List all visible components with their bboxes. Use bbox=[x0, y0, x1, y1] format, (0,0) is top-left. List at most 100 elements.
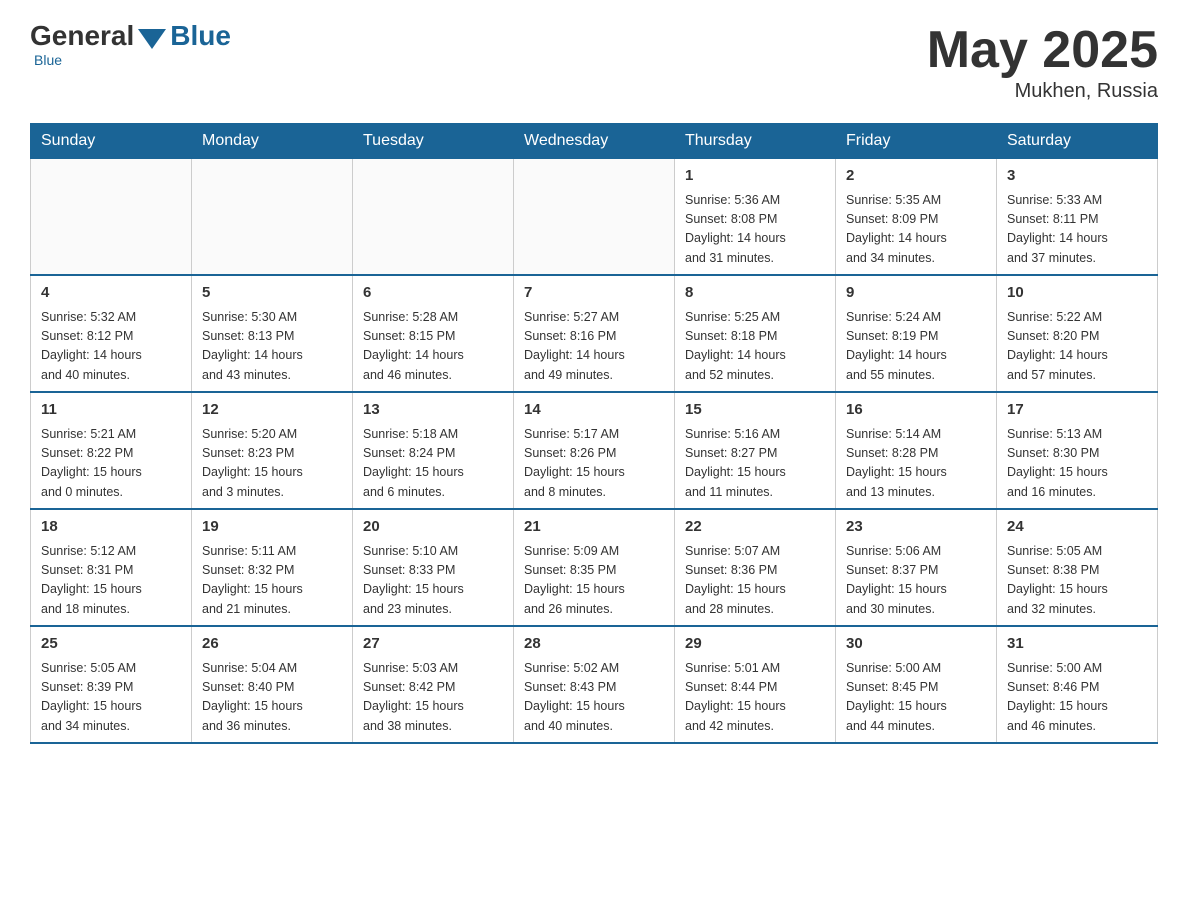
calendar-cell: 17 Sunrise: 5:13 AMSunset: 8:30 PMDayligh… bbox=[997, 392, 1158, 509]
calendar-cell: 7 Sunrise: 5:27 AMSunset: 8:16 PMDaylight… bbox=[514, 275, 675, 392]
day-info: Sunrise: 5:09 AMSunset: 8:35 PMDaylight:… bbox=[524, 542, 664, 620]
day-info: Sunrise: 5:12 AMSunset: 8:31 PMDaylight:… bbox=[41, 542, 181, 620]
calendar-cell: 3Sunrise: 5:33 AMSunset: 8:11 PMDaylight… bbox=[997, 159, 1158, 276]
day-number: 12 bbox=[202, 399, 342, 422]
day-number: 8 bbox=[685, 282, 825, 305]
calendar-cell: 30 Sunrise: 5:00 AMSunset: 8:45 PMDayligh… bbox=[836, 626, 997, 743]
day-number: 24 bbox=[1007, 516, 1147, 539]
calendar-cell: 20 Sunrise: 5:10 AMSunset: 8:33 PMDayligh… bbox=[353, 509, 514, 626]
day-number: 29 bbox=[685, 633, 825, 656]
day-number: 23 bbox=[846, 516, 986, 539]
page-header: General Blue Blue May 2025 Mukhen, Russi… bbox=[30, 20, 1158, 103]
day-number: 10 bbox=[1007, 282, 1147, 305]
day-number: 11 bbox=[41, 399, 181, 422]
day-number: 1 bbox=[685, 165, 825, 188]
day-info: Sunrise: 5:02 AMSunset: 8:43 PMDaylight:… bbox=[524, 659, 664, 737]
day-number: 31 bbox=[1007, 633, 1147, 656]
calendar-cell: 2 Sunrise: 5:35 AMSunset: 8:09 PMDaylight… bbox=[836, 159, 997, 276]
calendar-cell: 27Sunrise: 5:03 AMSunset: 8:42 PMDayligh… bbox=[353, 626, 514, 743]
day-number: 30 bbox=[846, 633, 986, 656]
logo-arrow-icon bbox=[138, 29, 166, 49]
day-number: 28 bbox=[524, 633, 664, 656]
calendar-cell: 29 Sunrise: 5:01 AMSunset: 8:44 PMDayligh… bbox=[675, 626, 836, 743]
day-number: 22 bbox=[685, 516, 825, 539]
day-info: Sunrise: 5:28 AMSunset: 8:15 PMDaylight:… bbox=[363, 308, 503, 386]
day-info: Sunrise: 5:00 AMSunset: 8:46 PMDaylight:… bbox=[1007, 659, 1147, 737]
day-info: Sunrise: 5:00 AMSunset: 8:45 PMDaylight:… bbox=[846, 659, 986, 737]
calendar-cell: 10 Sunrise: 5:22 AMSunset: 8:20 PMDayligh… bbox=[997, 275, 1158, 392]
day-number: 2 bbox=[846, 165, 986, 188]
day-info: Sunrise: 5:05 AMSunset: 8:38 PMDaylight:… bbox=[1007, 542, 1147, 620]
calendar-table: SundayMondayTuesdayWednesdayThursdayFrid… bbox=[30, 123, 1158, 744]
day-number: 3 bbox=[1007, 165, 1147, 188]
day-number: 17 bbox=[1007, 399, 1147, 422]
calendar-cell: 18 Sunrise: 5:12 AMSunset: 8:31 PMDayligh… bbox=[31, 509, 192, 626]
logo-subtitle: Blue bbox=[34, 52, 62, 68]
calendar-cell bbox=[192, 159, 353, 276]
calendar-cell: 16Sunrise: 5:14 AMSunset: 8:28 PMDayligh… bbox=[836, 392, 997, 509]
calendar-header-friday: Friday bbox=[836, 124, 997, 159]
calendar-cell: 11Sunrise: 5:21 AMSunset: 8:22 PMDayligh… bbox=[31, 392, 192, 509]
day-info: Sunrise: 5:35 AMSunset: 8:09 PMDaylight:… bbox=[846, 191, 986, 269]
day-number: 26 bbox=[202, 633, 342, 656]
calendar-header-wednesday: Wednesday bbox=[514, 124, 675, 159]
calendar-cell: 15Sunrise: 5:16 AMSunset: 8:27 PMDayligh… bbox=[675, 392, 836, 509]
day-info: Sunrise: 5:22 AMSunset: 8:20 PMDaylight:… bbox=[1007, 308, 1147, 386]
day-number: 18 bbox=[41, 516, 181, 539]
calendar-cell: 25 Sunrise: 5:05 AMSunset: 8:39 PMDayligh… bbox=[31, 626, 192, 743]
month-year-title: May 2025 bbox=[927, 20, 1158, 80]
day-info: Sunrise: 5:25 AMSunset: 8:18 PMDaylight:… bbox=[685, 308, 825, 386]
calendar-header-monday: Monday bbox=[192, 124, 353, 159]
calendar-cell bbox=[31, 159, 192, 276]
calendar-cell: 24 Sunrise: 5:05 AMSunset: 8:38 PMDayligh… bbox=[997, 509, 1158, 626]
calendar-header-tuesday: Tuesday bbox=[353, 124, 514, 159]
day-number: 21 bbox=[524, 516, 664, 539]
day-info: Sunrise: 5:11 AMSunset: 8:32 PMDaylight:… bbox=[202, 542, 342, 620]
calendar-cell: 19 Sunrise: 5:11 AMSunset: 8:32 PMDayligh… bbox=[192, 509, 353, 626]
location-title: Mukhen, Russia bbox=[927, 80, 1158, 103]
day-info: Sunrise: 5:24 AMSunset: 8:19 PMDaylight:… bbox=[846, 308, 986, 386]
calendar-cell: 22Sunrise: 5:07 AMSunset: 8:36 PMDayligh… bbox=[675, 509, 836, 626]
calendar-header-row: SundayMondayTuesdayWednesdayThursdayFrid… bbox=[31, 124, 1158, 159]
calendar-cell bbox=[514, 159, 675, 276]
calendar-cell: 21 Sunrise: 5:09 AMSunset: 8:35 PMDayligh… bbox=[514, 509, 675, 626]
calendar-week-row: 11Sunrise: 5:21 AMSunset: 8:22 PMDayligh… bbox=[31, 392, 1158, 509]
day-number: 25 bbox=[41, 633, 181, 656]
calendar-cell: 31 Sunrise: 5:00 AMSunset: 8:46 PMDayligh… bbox=[997, 626, 1158, 743]
day-info: Sunrise: 5:04 AMSunset: 8:40 PMDaylight:… bbox=[202, 659, 342, 737]
day-info: Sunrise: 5:03 AMSunset: 8:42 PMDaylight:… bbox=[363, 659, 503, 737]
day-number: 20 bbox=[363, 516, 503, 539]
calendar-header-saturday: Saturday bbox=[997, 124, 1158, 159]
calendar-cell: 1 Sunrise: 5:36 AMSunset: 8:08 PMDaylight… bbox=[675, 159, 836, 276]
day-info: Sunrise: 5:17 AMSunset: 8:26 PMDaylight:… bbox=[524, 425, 664, 503]
calendar-cell: 28 Sunrise: 5:02 AMSunset: 8:43 PMDayligh… bbox=[514, 626, 675, 743]
day-number: 6 bbox=[363, 282, 503, 305]
day-number: 19 bbox=[202, 516, 342, 539]
logo-general-text: General bbox=[30, 20, 134, 52]
logo-blue-text: Blue bbox=[170, 20, 231, 52]
calendar-cell: 6 Sunrise: 5:28 AMSunset: 8:15 PMDaylight… bbox=[353, 275, 514, 392]
day-info: Sunrise: 5:05 AMSunset: 8:39 PMDaylight:… bbox=[41, 659, 181, 737]
calendar-cell: 5Sunrise: 5:30 AMSunset: 8:13 PMDaylight… bbox=[192, 275, 353, 392]
calendar-cell bbox=[353, 159, 514, 276]
day-number: 13 bbox=[363, 399, 503, 422]
day-info: Sunrise: 5:13 AMSunset: 8:30 PMDaylight:… bbox=[1007, 425, 1147, 503]
day-info: Sunrise: 5:36 AMSunset: 8:08 PMDaylight:… bbox=[685, 191, 825, 269]
day-number: 5 bbox=[202, 282, 342, 305]
day-info: Sunrise: 5:27 AMSunset: 8:16 PMDaylight:… bbox=[524, 308, 664, 386]
day-number: 14 bbox=[524, 399, 664, 422]
day-info: Sunrise: 5:10 AMSunset: 8:33 PMDaylight:… bbox=[363, 542, 503, 620]
title-block: May 2025 Mukhen, Russia bbox=[927, 20, 1158, 103]
calendar-cell: 9Sunrise: 5:24 AMSunset: 8:19 PMDaylight… bbox=[836, 275, 997, 392]
calendar-cell: 4 Sunrise: 5:32 AMSunset: 8:12 PMDaylight… bbox=[31, 275, 192, 392]
calendar-cell: 26 Sunrise: 5:04 AMSunset: 8:40 PMDayligh… bbox=[192, 626, 353, 743]
day-number: 7 bbox=[524, 282, 664, 305]
calendar-cell: 8 Sunrise: 5:25 AMSunset: 8:18 PMDaylight… bbox=[675, 275, 836, 392]
day-number: 16 bbox=[846, 399, 986, 422]
day-info: Sunrise: 5:01 AMSunset: 8:44 PMDaylight:… bbox=[685, 659, 825, 737]
calendar-header-sunday: Sunday bbox=[31, 124, 192, 159]
logo: General Blue Blue bbox=[30, 20, 231, 68]
day-number: 4 bbox=[41, 282, 181, 305]
day-info: Sunrise: 5:32 AMSunset: 8:12 PMDaylight:… bbox=[41, 308, 181, 386]
calendar-week-row: 25 Sunrise: 5:05 AMSunset: 8:39 PMDayligh… bbox=[31, 626, 1158, 743]
